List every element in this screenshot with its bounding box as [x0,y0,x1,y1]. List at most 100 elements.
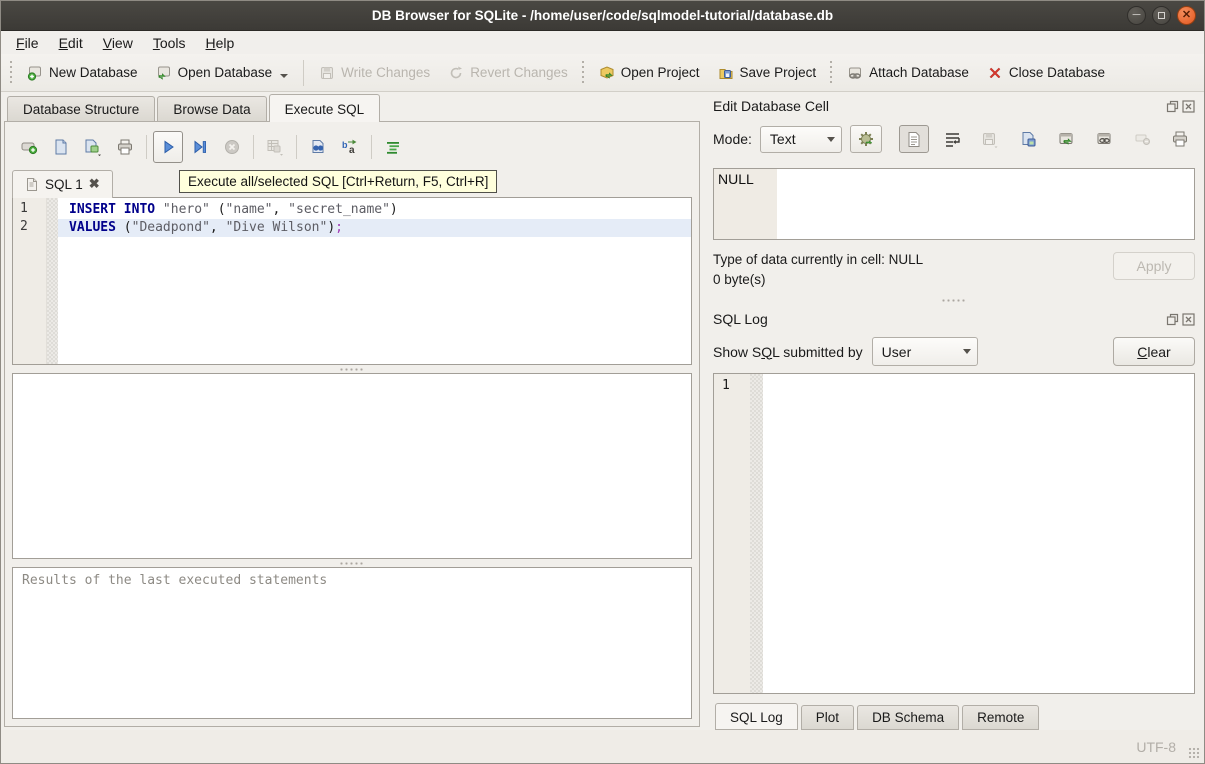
new-sql-tab-button[interactable] [14,131,44,163]
print-icon [116,138,134,156]
sql-toolbar-separator [296,135,297,159]
attach-database-label: Attach Database [869,65,969,80]
tab-execute-sql[interactable]: Execute SQL [269,94,381,122]
float-dock-icon[interactable] [1166,313,1179,326]
sql-tab-close-icon[interactable]: ✖ [89,176,100,192]
chevron-down-icon [963,349,971,354]
sql-toolbar-separator [146,135,147,159]
close-dock-icon[interactable] [1182,313,1195,326]
chevron-down-icon [827,137,835,142]
stop-button[interactable] [217,131,247,163]
menubar: File Edit View Tools Help [1,31,1204,54]
auto-switch-mode-button[interactable] [850,125,882,153]
import-cell-button[interactable] [975,125,1005,153]
tab-sql-log[interactable]: SQL Log [715,703,798,730]
sql-log-view[interactable]: 1 [713,373,1195,694]
execute-sql-tooltip: Execute all/selected SQL [Ctrl+Return, F… [179,170,497,193]
menu-help[interactable]: Help [197,33,244,53]
menu-edit[interactable]: Edit [50,33,92,53]
export-icon [1020,131,1037,148]
sql-toolbar-separator [253,135,254,159]
maximize-button[interactable] [1152,6,1171,25]
revert-changes-icon [448,65,464,81]
titlebar: DB Browser for SQLite - /home/user/code/… [1,1,1204,31]
print-cell-button[interactable] [1165,125,1195,153]
results-table-pane[interactable] [12,373,692,559]
apply-button[interactable]: Apply [1113,252,1195,280]
vertical-splitter[interactable] [703,92,711,730]
open-project-button[interactable]: Open Project [590,60,709,86]
resize-grip[interactable] [1188,747,1201,760]
results-message-pane[interactable]: Results of the last executed statements [12,567,692,719]
tab-db-schema[interactable]: DB Schema [857,705,959,730]
write-changes-button[interactable]: Write Changes [310,60,439,86]
close-button[interactable]: ✕ [1177,6,1196,25]
replace-button[interactable]: ba [335,131,365,163]
new-database-button[interactable]: New Database [18,60,147,86]
export-cell-button[interactable] [1013,125,1043,153]
save-project-icon [718,65,734,81]
close-dock-icon[interactable] [1182,100,1195,113]
sql-log-filter-row: Show SQL submitted by User Clear [713,337,1195,366]
dock-splitter-handle[interactable] [713,292,1195,308]
encoding-indicator[interactable]: UTF-8 [1136,739,1176,755]
cell-editor-gutter: NULL [714,169,777,239]
find-icon [309,138,327,156]
revert-changes-label: Revert Changes [470,65,568,80]
log-source-select[interactable]: User [872,337,978,366]
save-project-button[interactable]: Save Project [709,60,826,86]
open-external-icon [1058,131,1075,147]
find-button[interactable] [303,131,333,163]
mode-value: Text [770,131,796,147]
tab-plot[interactable]: Plot [801,705,854,730]
open-database-dropdown-arrow[interactable] [280,74,288,78]
tab-browse-data[interactable]: Browse Data [157,96,266,121]
open-sql-file-button[interactable] [46,131,76,163]
revert-changes-button[interactable]: Revert Changes [439,60,577,86]
close-database-button[interactable]: Close Database [978,60,1114,86]
sql-log-dock-titlebar: SQL Log [713,308,1195,330]
sql-1-tab[interactable]: SQL 1 ✖ [12,170,113,198]
float-dock-icon[interactable] [1166,100,1179,113]
menu-file[interactable]: File [7,33,48,53]
minimize-button[interactable]: ─ [1127,6,1146,25]
sql-editor[interactable]: 1 2 INSERT INTO "hero" ("name", "secret_… [12,197,692,365]
code-area[interactable]: INSERT INTO "hero" ("name", "secret_name… [58,198,691,364]
splitter-handle[interactable] [12,365,692,373]
import-icon [981,131,999,148]
save-sql-file-button[interactable] [78,131,108,163]
execute-all-button[interactable] [153,131,183,163]
toolbar-drag-handle[interactable] [580,61,587,85]
format-sql-button[interactable] [378,131,408,163]
open-database-button[interactable]: Open Database [147,60,298,86]
fold-margin [47,198,58,364]
execute-line-button[interactable] [185,131,215,163]
menu-tools[interactable]: Tools [144,33,195,53]
svg-text:b: b [342,140,348,150]
toolbar-drag-handle[interactable] [828,61,835,85]
set-null-button[interactable] [1127,125,1157,153]
line-number-gutter: 1 2 [13,198,47,364]
mode-select[interactable]: Text [760,126,842,153]
copy-link-button[interactable] [1089,125,1119,153]
toolbar-drag-handle[interactable] [8,61,15,85]
sql-toolbar: ba [12,129,692,165]
edit-cell-dock-titlebar: Edit Database Cell [713,95,1195,117]
cell-value-editor[interactable]: NULL [713,168,1195,240]
log-content[interactable] [763,374,1194,693]
new-database-label: New Database [49,65,138,80]
stop-icon [223,138,241,156]
open-in-external-button[interactable] [1051,125,1081,153]
tab-database-structure[interactable]: Database Structure [7,96,155,121]
attach-database-button[interactable]: Attach Database [838,60,978,86]
attach-database-icon [847,65,863,81]
tab-remote[interactable]: Remote [962,705,1039,730]
print-sql-button[interactable] [110,131,140,163]
menu-view[interactable]: View [94,33,142,53]
word-wrap-button[interactable] [937,125,967,153]
save-results-button[interactable] [260,131,290,163]
clear-log-button[interactable]: Clear [1113,337,1195,366]
text-mode-button[interactable] [899,125,929,153]
cell-editor-content[interactable] [777,169,1194,239]
splitter-handle[interactable] [12,559,692,567]
